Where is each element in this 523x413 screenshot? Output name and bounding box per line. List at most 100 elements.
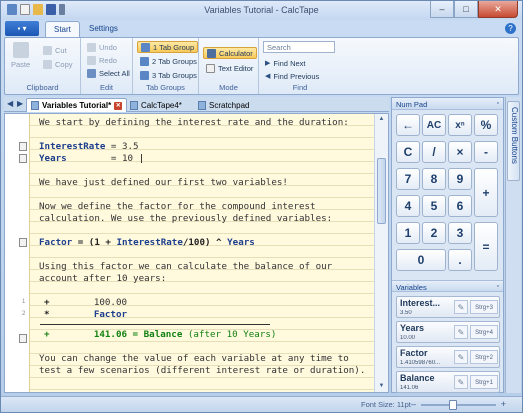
- calculator-mode-button[interactable]: Calculator: [203, 47, 257, 59]
- backspace-key[interactable]: ←: [396, 114, 420, 136]
- tab-scroll-left-icon[interactable]: ◀: [7, 99, 13, 108]
- shortcut-button[interactable]: Strg+1: [470, 375, 498, 389]
- tape-paper[interactable]: We start by defining the interest rate a…: [29, 114, 374, 392]
- scrollbar-thumb[interactable]: [377, 158, 386, 224]
- find-next-label: Find Next: [273, 58, 306, 68]
- paste-button[interactable]: Paste: [11, 42, 30, 69]
- zoom-slider-thumb[interactable]: [448, 400, 457, 410]
- text-editor-mode-button[interactable]: Text Editor: [206, 62, 253, 74]
- tab-groups-group-label: Tab Groups: [146, 83, 185, 92]
- pin-icon[interactable]: ▫: [497, 100, 499, 107]
- scissors-icon: [43, 45, 52, 55]
- one-tab-group-button[interactable]: 1 Tab Group: [137, 41, 199, 53]
- variable-reference: Factor: [93, 309, 128, 320]
- line-marker-icon[interactable]: [19, 238, 27, 247]
- editor-gutter: 1 2: [5, 114, 29, 392]
- copy-button[interactable]: Copy: [43, 58, 73, 70]
- variable-item-interest-rate[interactable]: Interest... 3.50 ✎ Strg+3: [396, 296, 500, 318]
- doc-tab-calctape4[interactable]: CalcTape4*: [126, 98, 186, 112]
- undo-button[interactable]: Undo: [87, 41, 117, 53]
- variable-value: 1.410598760...: [400, 360, 441, 366]
- pin-icon[interactable]: ▫: [497, 283, 499, 290]
- calculator-mode-label: Calculator: [219, 48, 253, 58]
- result-comment: (after 10 Years): [182, 329, 277, 340]
- search-input[interactable]: Search: [263, 41, 335, 53]
- paste-icon: [12, 42, 29, 58]
- close-tab-icon[interactable]: ✕: [114, 101, 123, 110]
- result-line: + 141.06 = Balance (after 10 Years): [44, 329, 276, 341]
- calctape-window: Variables Tutorial - CalcTape – □ ✕ ▪ ▾ …: [0, 0, 523, 413]
- percent-key[interactable]: %: [474, 114, 498, 136]
- equals-key[interactable]: =: [474, 222, 498, 271]
- shortcut-button[interactable]: Strg+4: [470, 325, 498, 339]
- pencil-icon[interactable]: ✎: [454, 325, 468, 339]
- key-1[interactable]: 1: [396, 222, 420, 244]
- zoom-slider[interactable]: – +: [411, 399, 506, 410]
- shortcut-button[interactable]: Strg+2: [470, 350, 498, 364]
- find-group-label: Find: [292, 83, 308, 92]
- tab-scroll-right-icon[interactable]: ▶: [17, 99, 23, 108]
- key-4[interactable]: 4: [396, 195, 420, 217]
- calc-tape-editor[interactable]: 1 2 We start by defining the interest ra…: [4, 113, 389, 393]
- find-previous-button[interactable]: ◀ Find Previous: [265, 70, 319, 82]
- close-button[interactable]: ✕: [478, 1, 518, 18]
- two-tab-groups-button[interactable]: 2 Tab Groups: [140, 55, 197, 67]
- key-7[interactable]: 7: [396, 168, 420, 190]
- doc-tab-variables-tutorial[interactable]: Variables Tutorial* ✕: [26, 98, 128, 112]
- minimize-button[interactable]: –: [430, 1, 454, 18]
- power-key[interactable]: xⁿ: [448, 114, 472, 136]
- all-clear-key[interactable]: AC: [422, 114, 446, 136]
- key-3[interactable]: 3: [448, 222, 472, 244]
- find-next-button[interactable]: ▶ Find Next: [265, 57, 306, 69]
- variable-item-years[interactable]: Years 10.00 ✎ Strg+4: [396, 321, 500, 343]
- decimal-key[interactable]: .: [448, 249, 472, 271]
- variable-item-balance[interactable]: Balance 141.06 ✎ Strg+1: [396, 371, 500, 393]
- clear-key[interactable]: C: [396, 141, 420, 163]
- variable-name: Years: [400, 323, 425, 333]
- cut-button[interactable]: Cut: [43, 44, 67, 56]
- help-icon[interactable]: ?: [505, 23, 516, 34]
- vertical-scrollbar[interactable]: ▲ ▼: [374, 114, 388, 392]
- application-menu-button[interactable]: ▪ ▾: [5, 21, 39, 36]
- pencil-icon[interactable]: ✎: [454, 300, 468, 314]
- redo-button[interactable]: Redo: [87, 54, 117, 66]
- key-8[interactable]: 8: [422, 168, 446, 190]
- formula-line: Factor = (1 + InterestRate/100) ^ Years: [39, 237, 255, 249]
- tab-start[interactable]: Start: [45, 21, 80, 37]
- zoom-out-icon[interactable]: –: [411, 399, 416, 409]
- line-marker-icon[interactable]: [19, 334, 27, 343]
- variable-definition-line: InterestRate = 3.5: [39, 141, 139, 153]
- arrow-right-icon: ▶: [265, 60, 271, 67]
- variable-reference: Years: [227, 237, 255, 248]
- line-marker-icon[interactable]: [19, 154, 27, 163]
- multiply-key[interactable]: ×: [448, 141, 472, 163]
- key-5[interactable]: 5: [422, 195, 446, 217]
- line-number: 1: [22, 299, 26, 305]
- line-marker-icon[interactable]: [19, 142, 27, 151]
- doc-tab-scratchpad[interactable]: Scratchpad: [194, 98, 253, 112]
- scroll-up-icon[interactable]: ▲: [375, 114, 388, 125]
- three-tab-groups-button[interactable]: 3 Tab Groups: [140, 69, 197, 81]
- divide-key[interactable]: /: [422, 141, 446, 163]
- scroll-down-icon[interactable]: ▼: [375, 381, 388, 392]
- key-0[interactable]: 0: [396, 249, 446, 271]
- tab-settings[interactable]: Settings: [81, 21, 126, 37]
- group-edit: Undo Redo Select All Edit: [81, 38, 133, 94]
- group-mode: Calculator Text Editor Mode: [199, 38, 259, 94]
- minus-key[interactable]: -: [474, 141, 498, 163]
- zoom-in-icon[interactable]: +: [501, 399, 506, 409]
- pencil-icon[interactable]: ✎: [454, 350, 468, 364]
- plus-key[interactable]: +: [474, 168, 498, 217]
- key-9[interactable]: 9: [448, 168, 472, 190]
- select-all-button[interactable]: Select All: [87, 67, 130, 79]
- text-editor-icon: [206, 63, 215, 73]
- shortcut-button[interactable]: Strg+3: [470, 300, 498, 314]
- key-2[interactable]: 2: [422, 222, 446, 244]
- key-6[interactable]: 6: [448, 195, 472, 217]
- pencil-icon[interactable]: ✎: [454, 375, 468, 389]
- variable-item-factor[interactable]: Factor 1.410598760... ✎ Strg+2: [396, 346, 500, 368]
- maximize-button[interactable]: □: [454, 1, 478, 18]
- variable-name: Balance: [143, 329, 183, 340]
- variable-value: 10.00: [400, 335, 416, 341]
- zoom-track[interactable]: [421, 404, 496, 406]
